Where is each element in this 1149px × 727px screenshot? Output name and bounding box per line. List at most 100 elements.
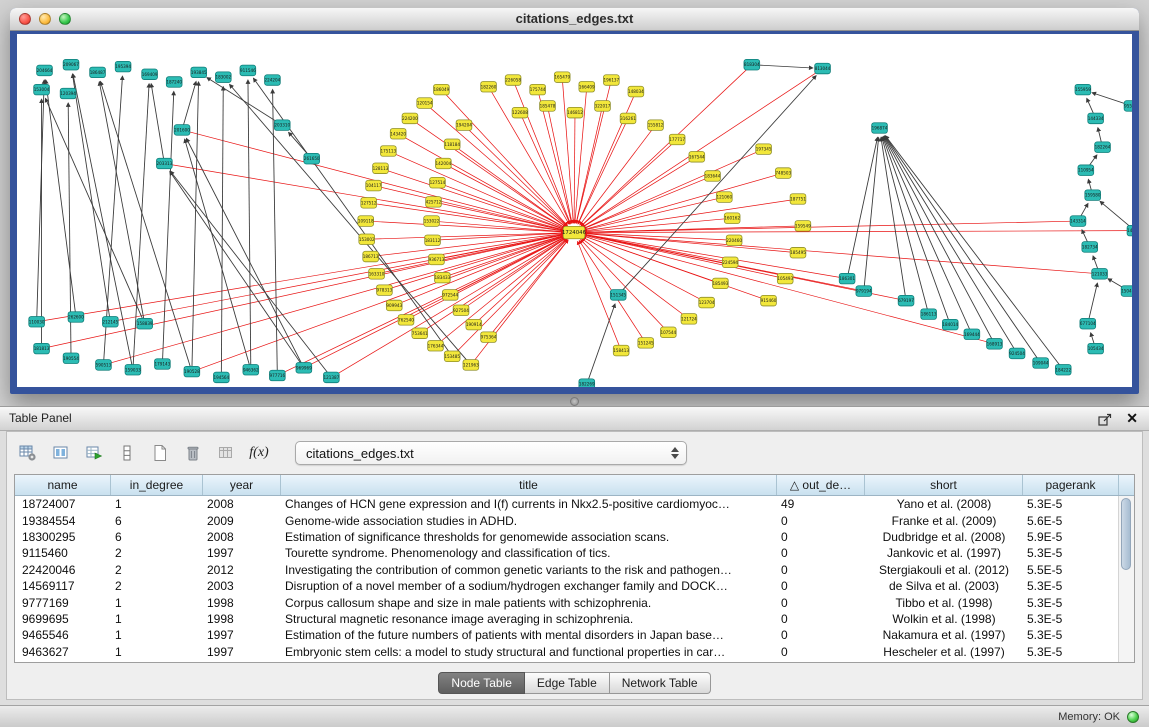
graph-node[interactable]: 168913 xyxy=(987,339,1003,350)
graph-node[interactable]: 177717 xyxy=(669,134,685,145)
graph-node[interactable]: 121724 xyxy=(681,314,697,325)
column-header-0[interactable]: name xyxy=(15,475,111,495)
graph-node[interactable]: 181813 xyxy=(34,343,50,354)
graph-node[interactable]: 155959 xyxy=(1075,84,1091,95)
graph-node[interactable]: 183112 xyxy=(425,235,441,246)
graph-node[interactable]: 151245 xyxy=(638,338,654,349)
table-row[interactable]: 1938455462009Genome-wide association stu… xyxy=(15,512,1134,528)
graph-node[interactable]: 186113 xyxy=(921,309,937,320)
graph-node[interactable]: 196874 xyxy=(872,123,888,134)
show-columns-button[interactable] xyxy=(48,440,74,466)
tab-edge-table[interactable]: Edge Table xyxy=(525,672,610,694)
graph-node[interactable]: 107544 xyxy=(660,327,676,338)
graph-node[interactable]: 143420 xyxy=(390,128,406,139)
table-row[interactable]: 946554611997Estimation of the future num… xyxy=(15,627,1134,643)
graph-node[interactable]: 224594 xyxy=(722,257,738,268)
column-header-2[interactable]: year xyxy=(203,475,281,495)
graph-node[interactable]: 121963 xyxy=(463,360,479,371)
graph-node[interactable]: 753641 xyxy=(412,328,428,339)
graph-node[interactable]: 121060 xyxy=(716,192,732,203)
graph-node[interactable]: 153004 xyxy=(34,84,50,95)
graph-node[interactable]: 165479 xyxy=(554,72,570,83)
graph-node[interactable]: 183644 xyxy=(705,171,721,182)
network-canvas[interactable]: 1860491201542242001434201751131281131041… xyxy=(17,34,1132,387)
tab-network-table[interactable]: Network Table xyxy=(610,672,711,694)
graph-node[interactable]: 122608 xyxy=(512,107,528,118)
graph-node[interactable]: 262600 xyxy=(68,312,84,323)
scrollbar-thumb[interactable] xyxy=(1121,498,1131,570)
graph-node[interactable]: 186049 xyxy=(434,84,450,95)
column-header-6[interactable]: pagerank xyxy=(1023,475,1119,495)
graph-node[interactable]: 220460 xyxy=(726,235,742,246)
resize-handle[interactable] xyxy=(570,397,579,406)
graph-node[interactable]: 175744 xyxy=(530,84,546,95)
graph-node[interactable]: 184014 xyxy=(942,319,958,330)
graph-node[interactable]: 316261 xyxy=(620,113,636,124)
graph-node[interactable]: 187751 xyxy=(790,194,806,205)
graph-node[interactable]: 153022 xyxy=(424,216,440,227)
graph-node[interactable]: 196137 xyxy=(603,75,619,86)
graph-node[interactable]: 158413 xyxy=(613,345,629,356)
graph-node[interactable]: 158839 xyxy=(137,318,153,329)
graph-node[interactable]: 977716 xyxy=(269,370,285,381)
graph-node[interactable]: 226058 xyxy=(505,75,521,86)
graph-node[interactable]: 187240 xyxy=(166,77,182,88)
graph-node[interactable]: 144334 xyxy=(1088,113,1104,124)
graph-node[interactable]: 203313 xyxy=(156,158,172,169)
graph-node[interactable]: 182264 xyxy=(1095,142,1111,153)
graph-node[interactable]: 143314 xyxy=(1070,216,1086,227)
graph-node[interactable]: 909943 xyxy=(386,300,402,311)
table-row[interactable]: 969969511998Structural magnetic resonanc… xyxy=(15,611,1134,627)
graph-node[interactable]: 183002 xyxy=(215,72,231,83)
function-builder-button[interactable]: f(x) xyxy=(246,440,272,466)
column-header-1[interactable]: in_degree xyxy=(111,475,203,495)
graph-node[interactable]: 110954 xyxy=(1078,165,1094,176)
column-header-3[interactable]: title xyxy=(281,475,777,495)
graph-node[interactable]: 946362 xyxy=(243,364,259,375)
graph-node[interactable]: 203310 xyxy=(274,120,290,131)
graph-node[interactable]: 176344 xyxy=(428,340,444,351)
graph-node[interactable]: 194564 xyxy=(213,372,229,383)
table-row[interactable]: 1456911722003Disruption of a novel membe… xyxy=(15,578,1134,594)
graph-node[interactable]: 185478 xyxy=(540,101,556,112)
graph-node[interactable]: 590513 xyxy=(96,360,112,371)
graph-node[interactable]: 175113 xyxy=(380,146,396,157)
graph-node[interactable]: 183433 xyxy=(435,272,451,283)
graph-node[interactable]: 978313 xyxy=(377,285,393,296)
graph-node[interactable]: 184222 xyxy=(1055,364,1071,375)
graph-node[interactable]: 195394 xyxy=(115,61,131,72)
close-button[interactable] xyxy=(19,13,31,25)
import-table-button[interactable] xyxy=(213,440,239,466)
graph-node[interactable]: 169409 xyxy=(142,69,158,80)
table-options-button[interactable] xyxy=(15,440,41,466)
table-row[interactable]: 2242004622012Investigating the contribut… xyxy=(15,562,1134,578)
graph-node[interactable]: 748503 xyxy=(775,168,791,179)
graph-node[interactable]: 167544 xyxy=(689,152,705,163)
graph-node[interactable]: 120394 xyxy=(60,88,76,99)
graph-node[interactable]: 194204 xyxy=(456,120,472,131)
graph-node[interactable]: 322017 xyxy=(595,101,611,112)
graph-node[interactable]: 185493 xyxy=(713,278,729,289)
table-row[interactable]: 946362711997Embryonic stem cells: a mode… xyxy=(15,644,1134,660)
table-scrollbar[interactable] xyxy=(1118,496,1134,662)
tab-node-table[interactable]: Node Table xyxy=(438,672,525,694)
graph-node[interactable]: 182269 xyxy=(579,379,595,387)
graph-node[interactable]: 209067 xyxy=(63,59,79,70)
graph-node[interactable]: 169444 xyxy=(964,329,980,340)
graph-node[interactable]: 762540 xyxy=(398,315,414,326)
graph-node[interactable]: 104117 xyxy=(366,180,382,191)
create-table-button[interactable] xyxy=(147,440,173,466)
graph-node[interactable]: 182260 xyxy=(481,81,497,92)
graph-node[interactable]: 110030 xyxy=(29,316,45,327)
graph-node[interactable]: 109118 xyxy=(358,216,374,227)
graph-node[interactable]: 166409 xyxy=(579,81,595,92)
graph-node[interactable]: 212145 xyxy=(102,316,118,327)
graph-node[interactable]: 127512 xyxy=(361,198,377,209)
graph-node[interactable]: 927504 xyxy=(453,305,469,316)
graph-node[interactable]: 150414 xyxy=(1121,286,1132,297)
window-titlebar[interactable]: citations_edges.txt xyxy=(10,8,1139,31)
graph-node[interactable]: 190914 xyxy=(466,319,482,330)
graph-node[interactable]: 146812 xyxy=(567,107,583,118)
column-header-4[interactable]: △ out_de… xyxy=(777,475,865,495)
graph-node[interactable]: 121387 xyxy=(324,372,340,383)
